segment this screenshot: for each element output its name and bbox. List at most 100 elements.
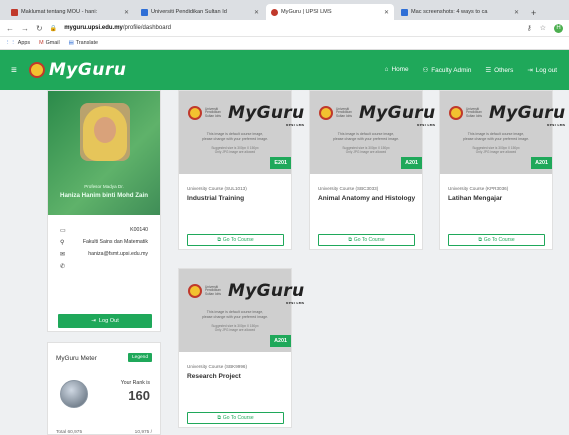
tab-title: MyGuru | UPSI LMS [281,9,332,15]
go-to-course-button[interactable]: ⧉ Go To Course [187,234,284,246]
meter-card: MyGuru Meter Legend Your Rank is 160 Tot… [47,342,161,435]
nav-label: Home [391,66,409,73]
default-image-note: This image is default course image, pleas… [310,132,422,142]
upsi-seal-icon [319,106,333,120]
button-label: Go To Course [222,415,254,421]
brand-name: MyGuru UPSI LMS [228,103,304,127]
browser-tab[interactable]: Mac screenshots: 4 ways to ca ✕ [396,4,524,20]
nav-home[interactable]: ⌂ Home [385,66,409,74]
rank-value: 160 [128,388,150,403]
course-name: Research Project [187,373,241,380]
gmail-favicon-icon [11,8,18,16]
course-name: Animal Anatomy and Histology [318,195,416,202]
new-tab-button[interactable]: + [526,8,541,20]
legend-button[interactable]: Legend [127,353,152,362]
browser-tab[interactable]: Universiti Pendidikan Sultan Id ✕ [136,4,264,20]
bookmark-apps[interactable]: ⋮⋮ Apps [5,40,30,46]
page-favicon-icon [401,8,408,16]
info-row-faculty: ⚲ Fakulti Sains dan Matematik [48,236,160,248]
mail-icon: ✉ [60,251,66,258]
button-label: Go To Course [222,237,254,243]
course-code: University Course (SUL1013) [187,186,247,191]
gmail-icon: M [39,40,44,46]
translate-icon: ▤ [68,40,74,46]
key-icon[interactable]: ⚷ [527,24,532,32]
note-line: Only JPG image are allowed [475,150,517,155]
nav-logout[interactable]: ⇥ Log out [527,66,557,74]
profile-header: Profesor Madya Dr. Haniza Hanim binti Mo… [48,91,160,215]
close-tab-icon[interactable]: ✕ [254,9,259,16]
external-link-icon: ⧉ [217,415,221,421]
go-to-course-button[interactable]: ⧉ Go To Course [448,234,545,246]
myguru-favicon-icon [271,8,278,16]
rank-label: Your Rank is [120,380,150,386]
university-name: Universiti Pendidikan Sultan Idris [336,106,352,118]
url-domain: myguru.upsi.edu.my [64,25,123,31]
image-size-note: Suggested size is 300px X 150px Only JPG … [179,146,291,155]
app-logo[interactable]: MyGuru [28,60,127,80]
course-card: Universiti Pendidikan Sultan Idris MyGur… [178,90,304,250]
course-code: University Course (KPR3036) [448,186,509,191]
course-image: Universiti Pendidikan Sultan Idris MyGur… [179,91,304,174]
url-field[interactable]: myguru.upsi.edu.my/profile/dashboard [64,25,518,31]
bookmark-label: Translate [75,40,99,46]
rank-badge-icon [60,380,88,408]
lms-label: UPSI LMS [285,123,305,127]
brand-text: MyGuru [359,103,436,123]
bookmark-gmail[interactable]: M Gmail [39,40,60,46]
info-row-email: ✉ haniza@fsmt.upsi.edu.my [48,248,160,260]
default-image-note: This image is default course image, pleas… [179,132,291,142]
tab-title: Mac screenshots: 4 ways to ca [411,9,488,15]
go-to-course-button[interactable]: ⧉ Go To Course [187,412,284,424]
semester-badge: E201 [270,157,291,169]
course-image: Universiti Pendidikan Sultan Idris MyGur… [440,91,565,174]
default-image-note: This image is default course image, pleas… [440,132,552,142]
avatar[interactable]: H [554,23,563,33]
browser-tab[interactable]: Maklumat tentang MOU - hani: ✕ [6,4,134,20]
close-tab-icon[interactable]: ✕ [514,9,519,16]
home-icon: ⌂ [384,66,389,73]
users-icon: ⚇ [422,67,429,74]
forward-arrow-icon[interactable]: → [21,24,29,33]
close-tab-icon[interactable]: ✕ [384,9,389,16]
semester-badge: A201 [270,335,291,347]
star-icon[interactable]: ☆ [540,24,546,32]
info-row-staff-id: ▭ K00140 [48,224,160,236]
profile-info-list: ▭ K00140 ⚲ Fakulti Sains dan Matematik ✉… [48,224,160,272]
brand-name: MyGuru [48,60,127,80]
image-size-note: Suggested size is 300px X 150px Only JPG … [440,146,552,155]
upsi-seal-icon [188,106,202,120]
list-icon: ☰ [485,67,492,74]
profile-photo [80,103,130,161]
nav-faculty-admin[interactable]: ⚇ Faculty Admin [423,66,472,74]
logout-button[interactable]: ⇥ Log Out [58,314,152,328]
meter-footer: Total 60,975 10,975 / [56,430,152,435]
back-arrow-icon[interactable]: ← [6,24,14,33]
note-line: please change with your preferred image. [201,136,269,141]
tab-title: Maklumat tentang MOU - hani: [21,9,98,15]
nav-others[interactable]: ☰ Others [485,66,513,74]
profile-role: Profesor Madya Dr. [84,184,124,189]
browser-tab-active[interactable]: MyGuru | UPSI LMS ✕ [266,4,394,20]
university-name: Universiti Pendidikan Sultan Idris [466,106,482,118]
browser-tab-bar: Maklumat tentang MOU - hani: ✕ Universit… [0,0,569,20]
apps-grid-icon: ⋮⋮ [5,40,16,46]
course-image: Universiti Pendidikan Sultan Idris MyGur… [179,269,304,352]
external-link-icon: ⧉ [217,237,221,243]
page-favicon-icon [141,8,148,16]
course-image-logo: Universiti Pendidikan Sultan Idris MyGur… [319,103,436,127]
close-tab-icon[interactable]: ✕ [124,9,129,16]
faculty-name: Fakulti Sains dan Matematik [82,239,148,245]
bookmark-translate[interactable]: ▤ Translate [69,40,98,46]
lock-icon[interactable]: 🔒 [50,25,57,32]
reload-icon[interactable]: ↻ [36,24,43,33]
staff-id: K00140 [130,227,148,233]
go-to-course-button[interactable]: ⧉ Go To Course [318,234,415,246]
menu-icon[interactable]: ≡ [11,65,17,76]
course-code: University Course (SBK9996) [187,364,247,369]
university-name: Universiti Pendidikan Sultan Idris [205,284,221,296]
email: haniza@fsmt.upsi.edu.my [88,251,148,257]
id-card-icon: ▭ [60,227,66,234]
image-size-note: Suggested size is 300px X 150px Only JPG … [310,146,422,155]
upsi-seal-icon [449,106,463,120]
